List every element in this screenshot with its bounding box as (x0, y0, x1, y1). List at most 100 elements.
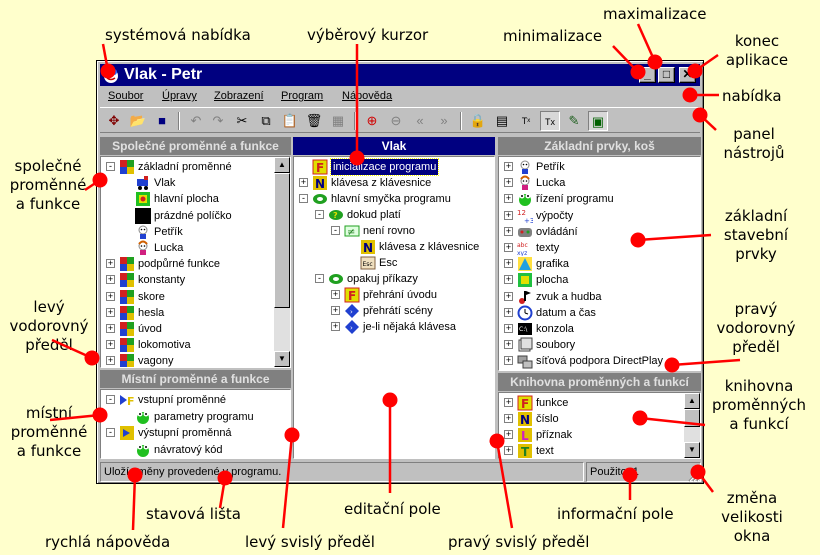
tree-item[interactable]: + Lucka (499, 175, 700, 191)
expand-icon[interactable]: + (504, 414, 513, 423)
expand-icon[interactable]: + (504, 446, 513, 455)
tree-item[interactable]: Nklávesa z klávesnice (294, 239, 494, 255)
properties-button[interactable]: ▤ (492, 111, 512, 131)
tree-item[interactable]: + › přehrátí scény (294, 303, 494, 319)
expand-icon[interactable]: + (504, 226, 513, 236)
cut-button[interactable]: ✂ (232, 111, 252, 131)
tree-item[interactable]: + konstanty (101, 272, 290, 288)
tree-item[interactable]: - opakuj příkazy (294, 271, 494, 287)
menu-napoveda[interactable]: Nápověda (342, 90, 392, 102)
expand-icon[interactable]: + (504, 194, 513, 204)
tree-item[interactable]: + zvuk a hudba (499, 289, 700, 305)
tree-item[interactable]: + vagony (101, 353, 290, 367)
collapse-icon[interactable]: - (315, 274, 324, 283)
tree-item[interactable]: + plocha (499, 272, 700, 288)
tree-item[interactable]: - výstupní proměnná (101, 425, 290, 441)
tree-item[interactable]: + Petřík (499, 159, 700, 175)
zoom-in-button[interactable]: ⊕ (362, 111, 382, 131)
tree-item[interactable]: + síťová podpora DirectPlay (499, 353, 700, 369)
tree-item[interactable]: - základní proměnné (101, 159, 290, 175)
forward-button[interactable]: » (434, 111, 454, 131)
lock-button[interactable]: 🔒 (468, 111, 488, 131)
expand-icon[interactable]: + (331, 306, 340, 315)
delete-button[interactable]: 🗑 (304, 111, 324, 131)
expand-icon[interactable]: + (106, 259, 115, 269)
expand-icon[interactable]: + (331, 290, 340, 299)
minimize-button[interactable]: _ (639, 67, 656, 83)
shared-panel-header[interactable]: Společné proměnné a funkce (100, 137, 291, 155)
expand-icon[interactable]: + (299, 178, 308, 187)
tree-item[interactable]: + C:\ konzola (499, 321, 700, 337)
collapse-icon[interactable]: - (106, 428, 115, 437)
clear-button[interactable]: ▦ (328, 111, 348, 131)
tree-item[interactable]: + skore (101, 289, 290, 305)
expand-icon[interactable]: + (331, 322, 340, 331)
tree-item[interactable]: hlavní plocha (101, 191, 290, 207)
tree-item[interactable]: + ovládání (499, 224, 700, 240)
tree-item[interactable]: + lokomotiva (101, 337, 290, 353)
save-button[interactable]: ■ (152, 111, 172, 131)
expand-icon[interactable]: + (504, 398, 513, 407)
collapse-icon[interactable]: - (299, 194, 308, 203)
expand-icon[interactable]: + (504, 291, 513, 301)
maximize-button[interactable]: □ (658, 67, 675, 83)
copy-button[interactable]: ⧉ (256, 111, 276, 131)
expand-icon[interactable]: + (504, 162, 513, 171)
menu-soubor[interactable]: Soubor (108, 90, 143, 102)
text-button[interactable]: Tˣ (516, 111, 536, 131)
tree-item[interactable]: parametry programu (101, 409, 290, 425)
tree-item[interactable]: Finicializace programu (294, 158, 494, 176)
expand-icon[interactable]: + (504, 210, 513, 220)
tree-item[interactable]: návratový kód (101, 442, 290, 458)
expand-icon[interactable]: + (504, 340, 513, 350)
tree-item[interactable]: + Fpřehrání úvodu (294, 287, 494, 303)
zoom-out-button[interactable]: ⊖ (386, 111, 406, 131)
expand-icon[interactable]: + (106, 356, 115, 366)
edit-button[interactable]: ✎ (564, 111, 584, 131)
back-button[interactable]: « (410, 111, 430, 131)
tree-item[interactable]: Vlak (101, 175, 290, 191)
local-panel-header[interactable]: Místní proměnné a funkce (100, 370, 291, 388)
menu-upravy[interactable]: Úpravy (162, 90, 197, 102)
tree-item[interactable]: Petřík (101, 224, 290, 240)
tree-item[interactable]: + Nčíslo (499, 411, 700, 427)
tree-item[interactable]: + Ttext (499, 443, 700, 458)
tree-item[interactable]: -? dokud platí (294, 207, 494, 223)
frog-app-icon[interactable] (102, 66, 120, 84)
resize-grip-icon[interactable] (688, 468, 702, 482)
collapse-icon[interactable]: - (315, 210, 324, 219)
preview-button[interactable]: ▣ (588, 111, 608, 131)
expand-icon[interactable]: + (504, 324, 513, 333)
expand-icon[interactable]: + (504, 178, 513, 188)
expand-icon[interactable]: + (106, 324, 115, 333)
open-button[interactable]: 📂 (128, 111, 148, 131)
expand-icon[interactable]: + (106, 275, 115, 285)
tree-item[interactable]: + řízení programu (499, 191, 700, 207)
tree-item[interactable]: +12+3výpočty (499, 208, 700, 225)
expand-icon[interactable]: + (106, 307, 115, 317)
expand-icon[interactable]: + (106, 291, 115, 301)
title-bar[interactable]: Vlak - Petr _ □ ✕ (100, 64, 700, 86)
expand-icon[interactable]: + (504, 430, 513, 439)
expand-icon[interactable]: + (504, 356, 513, 366)
tree-item[interactable]: + hesla (101, 305, 290, 321)
tree-item[interactable]: + datum a čas (499, 305, 700, 321)
editor-panel-header[interactable]: Vlak (293, 137, 495, 155)
tree-item[interactable]: + Nklávesa z klávesnice (294, 175, 494, 191)
tree-item[interactable]: + grafika (499, 256, 700, 272)
menu-program[interactable]: Program (281, 90, 323, 102)
tree-item[interactable]: - Fvstupní proměnné (101, 392, 290, 408)
expand-icon[interactable]: + (504, 275, 513, 285)
paste-button[interactable]: 📋 (280, 111, 300, 131)
editor-tree[interactable]: Finicializace programu + Nklávesa z kláves… (293, 156, 495, 459)
expand-icon[interactable]: + (504, 259, 513, 269)
expand-icon[interactable]: + (106, 340, 115, 350)
run-button[interactable]: ✥ (104, 111, 124, 131)
basic-panel-header[interactable]: Základní prvky, koš (498, 137, 701, 155)
collapse-icon[interactable]: - (331, 226, 340, 235)
undo-button[interactable]: ↶ (186, 111, 206, 131)
tree-item[interactable]: - ≠ není rovno (294, 223, 494, 239)
tree-item[interactable]: Esc Esc (294, 255, 494, 271)
tree-item[interactable]: prázdné políčko (101, 207, 290, 224)
menu-zobrazeni[interactable]: Zobrazení (214, 90, 264, 102)
